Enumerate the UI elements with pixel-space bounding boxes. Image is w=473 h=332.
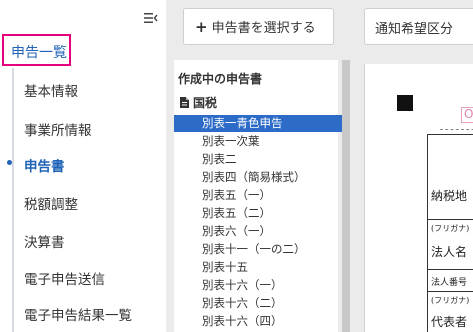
form-item-beppyo-11-1-2[interactable]: 別表十一（一の二） — [174, 241, 342, 258]
nav-item-declaration-form[interactable]: 申告書 — [24, 155, 65, 175]
form-item-beppyo-5-1[interactable]: 別表五（一） — [174, 187, 342, 204]
label-furigana-1: (フリガナ) — [431, 224, 470, 233]
form-item-beppyo-16-2[interactable]: 別表十六（二） — [174, 295, 342, 312]
label-tax-place: 納税地 — [431, 189, 468, 203]
form-item-beppyo-1[interactable]: 別表一青色申告 — [174, 115, 342, 132]
plus-icon: + — [195, 17, 208, 36]
notification-preference-button[interactable]: 通知希望区分 — [364, 8, 473, 45]
label-corporate-number: 法人番号 — [431, 278, 468, 288]
nav-item-basic-info[interactable]: 基本情報 — [24, 80, 78, 100]
left-navigation: 申告一覧 基本情報 事業所情報 申告書 税額調整 決算書 電子申告送信 電子申告… — [0, 0, 166, 332]
form-item-beppyo-4-simple[interactable]: 別表四（簡易様式） — [174, 169, 342, 186]
label-corporation-name: 法人名 — [431, 245, 468, 259]
label-representative: 代表者 — [431, 315, 468, 329]
form-list: 作成中の申告書 国税 別表一青色申告 別表一次葉 別表二 別表四（簡易様式） 別… — [174, 60, 342, 332]
nav-item-declaration-list[interactable]: 申告一覧 — [2, 34, 71, 66]
registration-mark — [397, 95, 413, 111]
document-icon — [180, 97, 189, 108]
table-line — [428, 269, 473, 270]
form-item-beppyo-5-2[interactable]: 別表五（二） — [174, 205, 342, 222]
nav-item-financial-statements[interactable]: 決算書 — [24, 231, 65, 251]
nav-item-tax-adjustment[interactable]: 税額調整 — [24, 193, 78, 213]
label-furigana-2: (フリガナ) — [431, 296, 470, 305]
select-form-button-label: 申告書を選択する — [211, 21, 316, 36]
form-item-beppyo-6-1[interactable]: 別表六（一） — [174, 223, 342, 240]
preview-marker-box: O — [461, 107, 473, 123]
form-group-national-tax: 国税 — [180, 94, 217, 111]
current-item-indicator — [7, 160, 12, 165]
nav-item-e-filing-send[interactable]: 電子申告送信 — [24, 268, 105, 288]
nav-item-office-info[interactable]: 事業所情報 — [24, 119, 92, 139]
nav-tree-line — [12, 68, 14, 332]
form-list-heading: 作成中の申告書 — [178, 72, 263, 86]
form-list-scrollbar[interactable] — [342, 60, 350, 332]
form-item-beppyo-15[interactable]: 別表十五 — [174, 259, 342, 276]
table-line — [428, 219, 473, 220]
nav-item-e-filing-results[interactable]: 電子申告結果一覧 — [24, 304, 132, 324]
select-form-button[interactable]: + 申告書を選択する — [183, 8, 334, 45]
preview-dotted-line — [440, 129, 473, 130]
form-preview-area: 通知希望区分 O 納税地 (フリガナ) 法人名 法人番号 (フリガナ) 代表者 — [352, 0, 473, 332]
table-line — [428, 291, 473, 292]
form-document-preview: O 納税地 (フリガナ) 法人名 法人番号 (フリガナ) 代表者 — [364, 64, 473, 332]
form-group-label: 国税 — [193, 96, 218, 110]
form-item-beppyo-1-next[interactable]: 別表一次葉 — [174, 133, 342, 150]
form-list-panel: + 申告書を選択する 作成中の申告書 国税 別表一青色申告 別表一次葉 別表二 … — [166, 0, 352, 332]
form-item-beppyo-16-1[interactable]: 別表十六（一） — [174, 277, 342, 294]
form-item-beppyo-16-4[interactable]: 別表十六（四） — [174, 313, 342, 330]
form-item-beppyo-2[interactable]: 別表二 — [174, 151, 342, 168]
form-table: 納税地 (フリガナ) 法人名 法人番号 (フリガナ) 代表者 — [427, 134, 473, 332]
collapse-sidebar-icon[interactable] — [144, 12, 158, 24]
